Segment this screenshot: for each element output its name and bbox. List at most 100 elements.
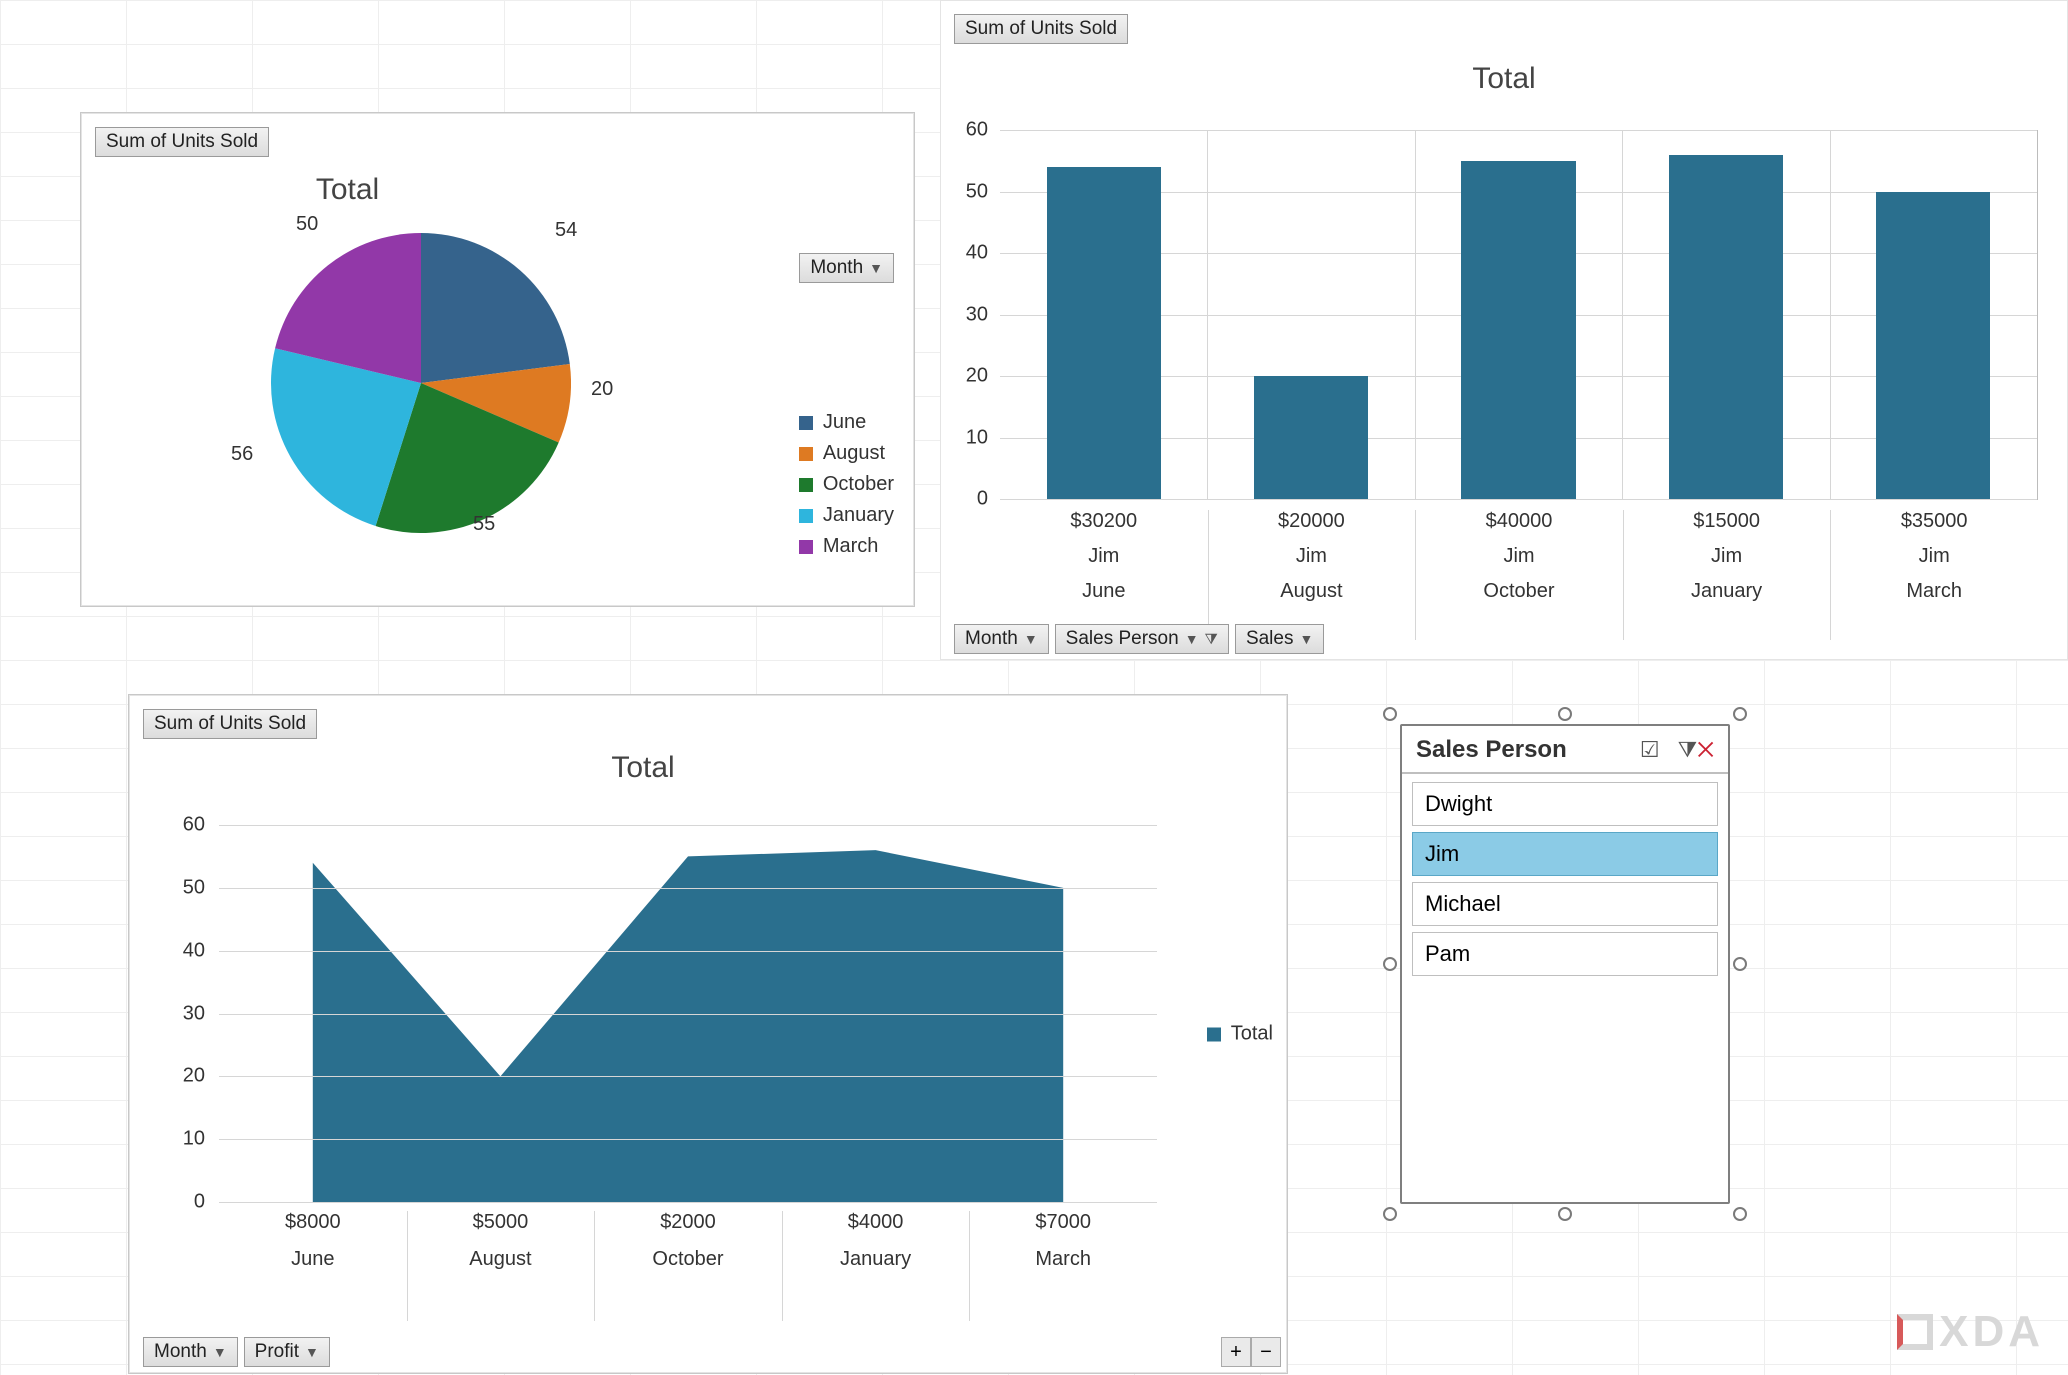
legend-label: January (823, 504, 894, 527)
x-level-month: June (291, 1248, 334, 1271)
resize-handle[interactable] (1733, 957, 1747, 971)
slicer-item[interactable]: Michael (1412, 882, 1718, 926)
pie-datalabel: 20 (591, 378, 613, 401)
y-tick: 0 (194, 1191, 219, 1214)
x-level-sales: $35000 (1901, 510, 1968, 533)
resize-handle[interactable] (1383, 1207, 1397, 1221)
x-level-person: Jim (1503, 545, 1534, 568)
pie-slice[interactable] (421, 233, 570, 383)
legend-swatch (1207, 1027, 1221, 1041)
resize-handle[interactable] (1558, 707, 1572, 721)
multi-select-icon[interactable]: ☑ (1640, 737, 1660, 763)
x-level-sales: $30200 (1070, 510, 1137, 533)
pivot-legend-field-button[interactable]: Month ▼ (799, 253, 894, 283)
resize-handle[interactable] (1383, 957, 1397, 971)
bar[interactable] (1669, 155, 1783, 499)
pivot-axis-field-button[interactable]: Month▼ (954, 624, 1049, 654)
legend-swatch (799, 509, 813, 523)
area-fill[interactable] (313, 850, 1063, 1202)
x-level-profit: $5000 (473, 1211, 529, 1234)
pivot-legend-field-label: Month (810, 257, 863, 279)
legend-swatch (799, 540, 813, 554)
x-level-month: August (1280, 580, 1342, 603)
drill-expand-button[interactable]: + (1221, 1337, 1251, 1367)
chart-title: Total (81, 173, 614, 207)
x-level-person: Jim (1919, 545, 1950, 568)
chart-bar[interactable]: Sum of Units Sold Total 0102030405060 $3… (940, 0, 2068, 660)
slicer-title: Sales Person (1416, 736, 1567, 764)
legend-label: March (823, 535, 879, 558)
x-level-person: Jim (1088, 545, 1119, 568)
pivot-axis-field-button[interactable]: Month▼ (143, 1337, 238, 1367)
y-tick: 60 (966, 119, 1000, 142)
y-tick: 50 (966, 180, 1000, 203)
pivot-axis-field-button[interactable]: Profit▼ (244, 1337, 330, 1367)
chevron-down-icon: ▼ (1185, 631, 1199, 647)
y-tick: 10 (966, 426, 1000, 449)
y-tick: 20 (183, 1065, 219, 1088)
clear-filter-icon[interactable]: ⧩✕ (1678, 737, 1714, 763)
y-tick: 40 (966, 242, 1000, 265)
chart-title: Total (940, 62, 2068, 96)
resize-handle[interactable] (1383, 707, 1397, 721)
chevron-down-icon: ▼ (213, 1344, 227, 1360)
pivot-value-field-button[interactable]: Sum of Units Sold (954, 14, 1128, 44)
x-level-profit: $8000 (285, 1211, 341, 1234)
x-level-profit: $4000 (848, 1211, 904, 1234)
pivot-axis-field-button[interactable]: Sales Person▼⧩ (1055, 624, 1229, 654)
chevron-down-icon: ▼ (1024, 631, 1038, 647)
x-level-sales: $40000 (1486, 510, 1553, 533)
pie-graphic (271, 233, 571, 533)
y-tick: 30 (183, 1002, 219, 1025)
y-tick: 0 (977, 488, 1000, 511)
slicer-item[interactable]: Jim (1412, 832, 1718, 876)
bar-plot-area: 0102030405060 (1000, 130, 2038, 500)
legend-swatch (799, 416, 813, 430)
pie-datalabel: 55 (473, 513, 495, 536)
pie-datalabel: 56 (231, 443, 253, 466)
y-tick: 60 (183, 814, 219, 837)
x-level-month: June (1082, 580, 1125, 603)
bar[interactable] (1254, 376, 1368, 499)
pie-datalabel: 50 (296, 213, 318, 236)
x-level-month: January (1691, 580, 1762, 603)
legend-label: June (823, 411, 866, 434)
bar[interactable] (1876, 192, 1990, 500)
x-level-sales: $15000 (1693, 510, 1760, 533)
resize-handle[interactable] (1558, 1207, 1572, 1221)
resize-handle[interactable] (1733, 707, 1747, 721)
resize-handle[interactable] (1733, 1207, 1747, 1221)
pivot-value-field-button[interactable]: Sum of Units Sold (95, 127, 269, 157)
x-level-month: March (1035, 1248, 1091, 1271)
x-level-month: October (1483, 580, 1554, 603)
legend-label: October (823, 473, 894, 496)
drill-collapse-button[interactable]: − (1251, 1337, 1281, 1367)
y-tick: 10 (183, 1128, 219, 1151)
y-tick: 50 (183, 876, 219, 899)
pivot-axis-field-button[interactable]: Sales▼ (1235, 624, 1324, 654)
chart-area[interactable]: Sum of Units Sold Total 0102030405060 To… (128, 694, 1288, 1374)
x-level-person: Jim (1711, 545, 1742, 568)
legend-label: August (823, 442, 885, 465)
chart-title: Total (129, 751, 1157, 785)
x-level-profit: $7000 (1035, 1211, 1091, 1234)
bar[interactable] (1047, 167, 1161, 499)
slicer-item[interactable]: Pam (1412, 932, 1718, 976)
y-tick: 40 (183, 939, 219, 962)
slicer-item[interactable]: Dwight (1412, 782, 1718, 826)
funnel-icon: ⧩ (1205, 631, 1218, 648)
x-level-profit: $2000 (660, 1211, 716, 1234)
area-plot-area: 0102030405060 (219, 825, 1157, 1203)
bar[interactable] (1461, 161, 1575, 499)
slicer[interactable]: Sales Person ☑ ⧩✕ Dwight Jim Michael Pam (1400, 724, 1730, 1204)
x-level-month: January (840, 1248, 911, 1271)
logo-icon (1897, 1314, 1933, 1350)
y-tick: 30 (966, 303, 1000, 326)
pie-datalabel: 54 (555, 219, 577, 242)
x-level-month: October (652, 1248, 723, 1271)
pivot-value-field-button[interactable]: Sum of Units Sold (143, 709, 317, 739)
chart-pie[interactable]: Sum of Units Sold Total 54 20 55 56 50 M… (80, 112, 915, 607)
chevron-down-icon: ▼ (1299, 631, 1313, 647)
legend-swatch (799, 447, 813, 461)
slicer-selection[interactable]: Sales Person ☑ ⧩✕ Dwight Jim Michael Pam (1390, 714, 1740, 1214)
